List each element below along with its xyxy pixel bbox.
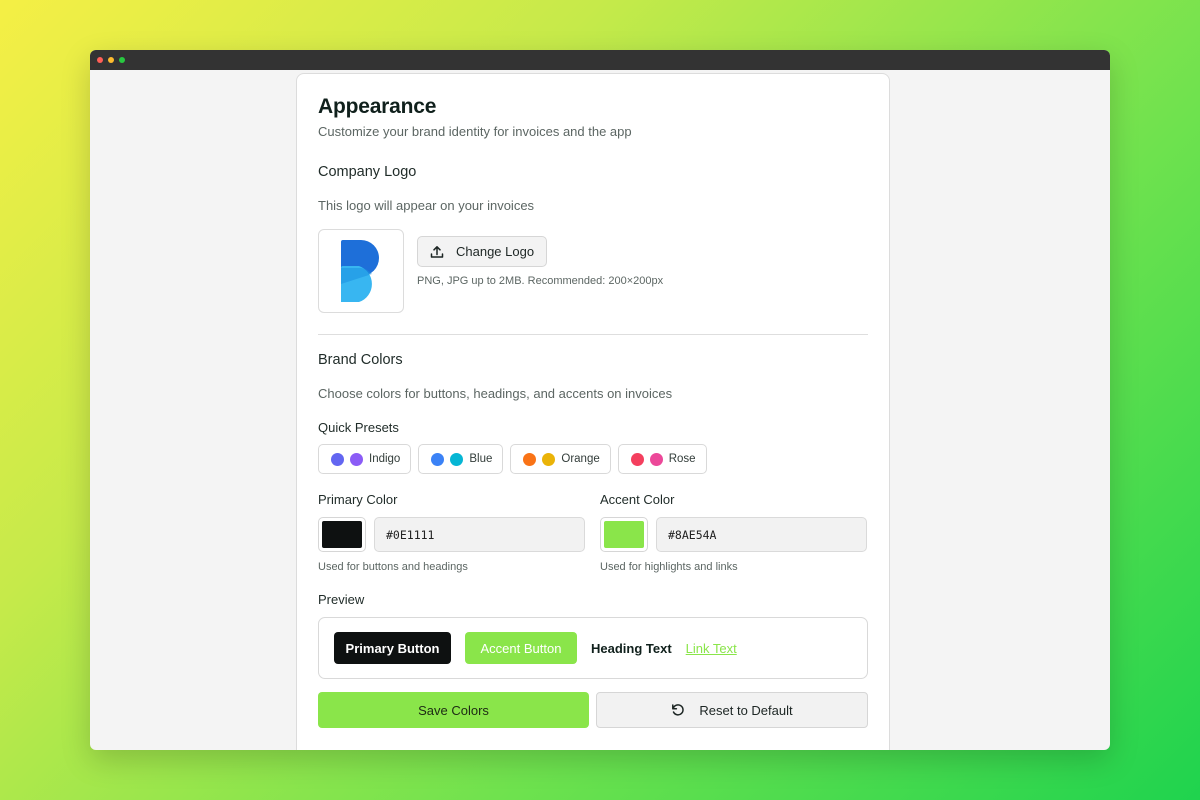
primary-color-fill: [322, 521, 362, 548]
accent-color-hex-input[interactable]: [656, 517, 867, 552]
preset-indigo[interactable]: Indigo: [318, 444, 412, 474]
primary-color-label: Primary Color: [318, 492, 398, 507]
swatch-dot: [542, 452, 556, 466]
reset-label: Reset to Default: [699, 702, 793, 718]
preset-label: Indigo: [369, 453, 401, 465]
preview-primary-button[interactable]: Primary Button: [334, 632, 451, 664]
page-subtitle: Customize your brand identity for invoic…: [318, 124, 632, 139]
upload-icon: [430, 245, 444, 258]
swatch-dot: [630, 452, 644, 466]
app-window: Appearance Customize your brand identity…: [90, 50, 1110, 750]
accent-color-swatch[interactable]: [600, 517, 648, 552]
window-content: Appearance Customize your brand identity…: [90, 70, 1110, 750]
logo-upload-hint: PNG, JPG up to 2MB. Recommended: 200×200…: [417, 275, 664, 287]
preset-blue[interactable]: Blue: [418, 444, 504, 474]
maximize-window-button[interactable]: [119, 57, 125, 63]
accent-color-label: Accent Color: [600, 492, 675, 507]
rotate-ccw-icon: [672, 704, 685, 716]
primary-color-swatch[interactable]: [318, 517, 366, 552]
company-logo-title: Company Logo: [318, 164, 417, 180]
company-logo-description: This logo will appear on your invoices: [318, 198, 535, 213]
primary-color-hint: Used for buttons and headings: [318, 561, 468, 573]
preset-label: Rose: [668, 453, 696, 465]
preset-label: Blue: [469, 453, 493, 465]
preview-link-text[interactable]: Link Text: [686, 641, 737, 656]
preview-label: Preview: [318, 592, 365, 607]
swatch-dot: [431, 452, 445, 466]
preview-panel: Primary Button Accent Button Heading Tex…: [318, 617, 868, 679]
preview-heading-text: Heading Text: [591, 640, 672, 656]
save-colors-button[interactable]: Save Colors: [318, 692, 589, 728]
quick-presets: Indigo Blue Orange Rose: [318, 444, 707, 474]
swatch-dot: [350, 452, 363, 466]
brand-colors-description: Choose colors for buttons, headings, and…: [318, 386, 673, 401]
change-logo-button[interactable]: Change Logo: [417, 236, 547, 267]
preset-orange[interactable]: Orange: [510, 444, 611, 474]
preset-rose[interactable]: Rose: [617, 444, 707, 474]
appearance-card: Appearance Customize your brand identity…: [296, 73, 890, 750]
quick-presets-label: Quick Presets: [318, 420, 399, 435]
accent-color-group: Accent Color Used for highlights and lin…: [600, 492, 868, 573]
primary-color-group: Primary Color Used for buttons and headi…: [318, 492, 586, 573]
reset-to-default-button[interactable]: Reset to Default: [596, 692, 868, 728]
page-title: Appearance: [318, 95, 437, 118]
section-divider: [318, 334, 868, 335]
swatch-dot: [649, 452, 663, 466]
accent-color-fill: [604, 521, 644, 548]
change-logo-label: Change Logo: [456, 244, 535, 259]
minimize-window-button[interactable]: [108, 57, 114, 63]
company-logo-preview: [318, 229, 404, 313]
brand-colors-title: Brand Colors: [318, 352, 403, 368]
swatch-dot: [331, 452, 344, 466]
accent-color-hint: Used for highlights and links: [600, 561, 738, 573]
company-logo-image: [341, 240, 379, 302]
swatch-dot: [450, 452, 464, 466]
window-titlebar: [90, 50, 1110, 70]
preview-accent-button[interactable]: Accent Button: [465, 632, 577, 664]
swatch-dot: [523, 452, 537, 466]
preset-label: Orange: [561, 453, 600, 465]
primary-color-hex-input[interactable]: [374, 517, 585, 552]
close-window-button[interactable]: [97, 57, 103, 63]
